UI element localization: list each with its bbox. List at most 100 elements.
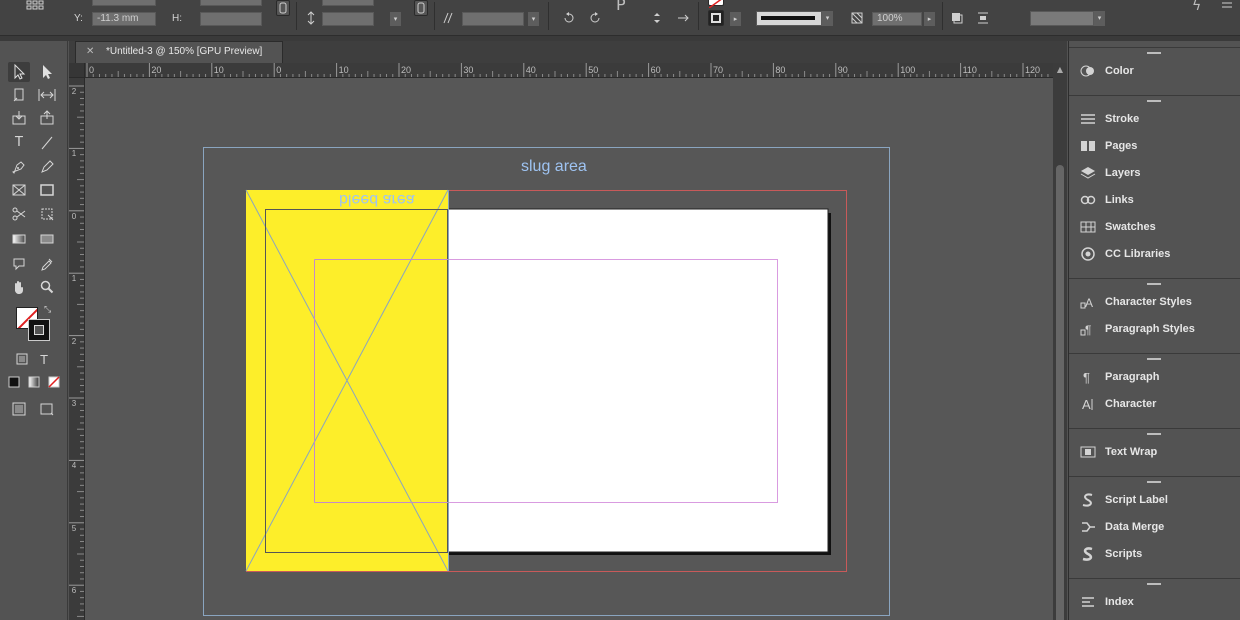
stroke-swatch[interactable]: [708, 10, 724, 26]
zoom-tool-icon[interactable]: [36, 277, 58, 297]
shear-field[interactable]: [462, 12, 524, 26]
text-wrap-control-icon[interactable]: [976, 11, 990, 28]
stroke-type-field[interactable]: [756, 11, 822, 26]
object-style-field[interactable]: [1030, 11, 1094, 26]
panel-item-swatches[interactable]: Swatches: [1069, 214, 1240, 240]
apply-color-icon[interactable]: [4, 373, 24, 393]
ruler-tick-label: 5: [71, 523, 77, 533]
vertical-scroll-thumb[interactable]: [1056, 165, 1064, 620]
direct-selection-tool-icon[interactable]: [36, 62, 58, 82]
document-tab[interactable]: ✕ *Untitled-3 @ 150% [GPU Preview]: [75, 41, 283, 63]
panel-group-grip[interactable]: [1147, 583, 1161, 585]
panel-item-color[interactable]: Color: [1069, 58, 1240, 84]
flip-icon[interactable]: P: [616, 0, 626, 13]
select-container-icon[interactable]: [650, 11, 664, 28]
rectangle-frame-tool-icon[interactable]: [8, 180, 30, 200]
shear-dropdown[interactable]: ▾: [528, 12, 539, 26]
panel-item-script-label[interactable]: Script Label: [1069, 487, 1240, 513]
formatting-text-icon[interactable]: T: [34, 350, 54, 370]
panel-group: Script Label Data Merge Scripts: [1069, 476, 1240, 567]
swap-fill-stroke-icon[interactable]: ⤡: [44, 305, 51, 315]
panel-item-layers[interactable]: Layers: [1069, 160, 1240, 186]
rectangle-tool-icon[interactable]: [36, 180, 58, 200]
stroke-type-dropdown[interactable]: ▾: [822, 11, 833, 26]
vertical-ruler[interactable]: 2 1 0 1 2 3 4 5 6: [69, 78, 85, 620]
close-tab-icon[interactable]: ✕: [86, 44, 98, 60]
panel-group-grip[interactable]: [1147, 52, 1161, 54]
content-collector-tool-icon[interactable]: [8, 108, 30, 128]
vertical-scrollbar[interactable]: ▲: [1053, 63, 1067, 620]
view-mode-icon[interactable]: [8, 399, 30, 419]
h-field[interactable]: [200, 12, 262, 26]
panel-group-grip[interactable]: [1147, 481, 1161, 483]
bleed-area-label[interactable]: bleed area: [339, 190, 415, 208]
opacity-dropdown[interactable]: ▸: [924, 12, 935, 26]
apply-gradient-icon[interactable]: [24, 373, 44, 393]
scroll-up-arrow-icon[interactable]: ▲: [1055, 65, 1065, 75]
panel-item-text-wrap[interactable]: Text Wrap: [1069, 439, 1240, 465]
page-tool-icon[interactable]: [8, 85, 30, 105]
content-placer-tool-icon[interactable]: [36, 108, 58, 128]
rotate-ccw-icon[interactable]: [588, 11, 602, 28]
panel-menu-icon[interactable]: [1220, 0, 1234, 16]
reference-point-icon[interactable]: [26, 0, 44, 17]
drop-shadow-icon[interactable]: [950, 11, 964, 28]
gradient-swatch-tool-icon[interactable]: [8, 229, 30, 249]
panel-item-data-merge[interactable]: Data Merge: [1069, 514, 1240, 540]
indesign-window: Y: -11.3 mm H: ▾ ▾ P ▸ ▾ 100% ▸ ▾ ϟ T ⤡ …: [0, 0, 1240, 620]
scissors-tool-icon[interactable]: [8, 204, 30, 224]
panel-item-pages[interactable]: Pages: [1069, 133, 1240, 159]
scale-y-dropdown[interactable]: ▾: [390, 12, 401, 26]
eyedropper-tool-icon[interactable]: [36, 254, 58, 274]
fill-swatch[interactable]: [708, 0, 724, 9]
panel-item-paragraph-styles[interactable]: ¶ Paragraph Styles: [1069, 316, 1240, 342]
panel-item-paragraph[interactable]: ¶ Paragraph: [1069, 364, 1240, 390]
gradient-feather-tool-icon[interactable]: [36, 229, 58, 249]
hand-tool-icon[interactable]: [8, 277, 30, 297]
pen-tool-icon[interactable]: [8, 157, 30, 177]
w-field[interactable]: [200, 0, 262, 6]
cc-libraries-icon: [1079, 246, 1097, 262]
selection-tool-icon[interactable]: [8, 62, 30, 82]
panel-group-grip[interactable]: [1147, 433, 1161, 435]
select-next-icon[interactable]: [676, 11, 690, 28]
scale-y-field[interactable]: [322, 12, 374, 26]
color-icon: [1079, 63, 1097, 79]
panel-item-scripts[interactable]: Scripts: [1069, 541, 1240, 567]
panel-item-label: Links: [1105, 194, 1134, 206]
panel-item-character-styles[interactable]: A Character Styles: [1069, 289, 1240, 315]
panel-item-cc-libraries[interactable]: CC Libraries: [1069, 241, 1240, 267]
lightning-icon[interactable]: ϟ: [1192, 0, 1201, 13]
constrain-scale-button[interactable]: [414, 0, 428, 16]
screen-mode-icon[interactable]: [36, 399, 58, 419]
ruler-origin[interactable]: [69, 63, 85, 78]
constrain-proportions-button[interactable]: [276, 0, 290, 16]
line-tool-icon[interactable]: [36, 133, 58, 153]
slug-area-label[interactable]: slug area: [521, 158, 587, 176]
panel-item-stroke[interactable]: Stroke: [1069, 106, 1240, 132]
fill-stroke-proxy[interactable]: ⤡: [14, 305, 54, 347]
x-field[interactable]: [92, 0, 156, 6]
rotate-icon[interactable]: [562, 11, 576, 28]
scale-x-field[interactable]: [322, 0, 374, 6]
panel-group-grip[interactable]: [1147, 100, 1161, 102]
note-tool-icon[interactable]: [8, 254, 30, 274]
apply-none-icon[interactable]: [44, 373, 64, 393]
panel-item-links[interactable]: Links: [1069, 187, 1240, 213]
pencil-tool-icon[interactable]: [36, 157, 58, 177]
document-canvas[interactable]: slug area bleed area: [85, 78, 1053, 620]
opacity-field[interactable]: 100%: [872, 12, 922, 26]
formatting-container-icon[interactable]: [12, 350, 32, 370]
panel-group-grip[interactable]: [1147, 283, 1161, 285]
gap-tool-icon[interactable]: [36, 85, 58, 105]
panel-item-index[interactable]: Index: [1069, 589, 1240, 615]
type-tool-icon[interactable]: T: [8, 133, 30, 153]
panel-item-character[interactable]: A Character: [1069, 391, 1240, 417]
object-style-dropdown[interactable]: ▾: [1094, 11, 1105, 26]
panel-group-grip[interactable]: [1147, 358, 1161, 360]
stroke-swatch-dropdown[interactable]: ▸: [730, 12, 741, 26]
free-transform-tool-icon[interactable]: [36, 204, 58, 224]
stroke-swatch-icon[interactable]: [28, 319, 50, 341]
ruler-tick-label: 1: [71, 149, 77, 159]
y-field[interactable]: -11.3 mm: [92, 12, 156, 26]
